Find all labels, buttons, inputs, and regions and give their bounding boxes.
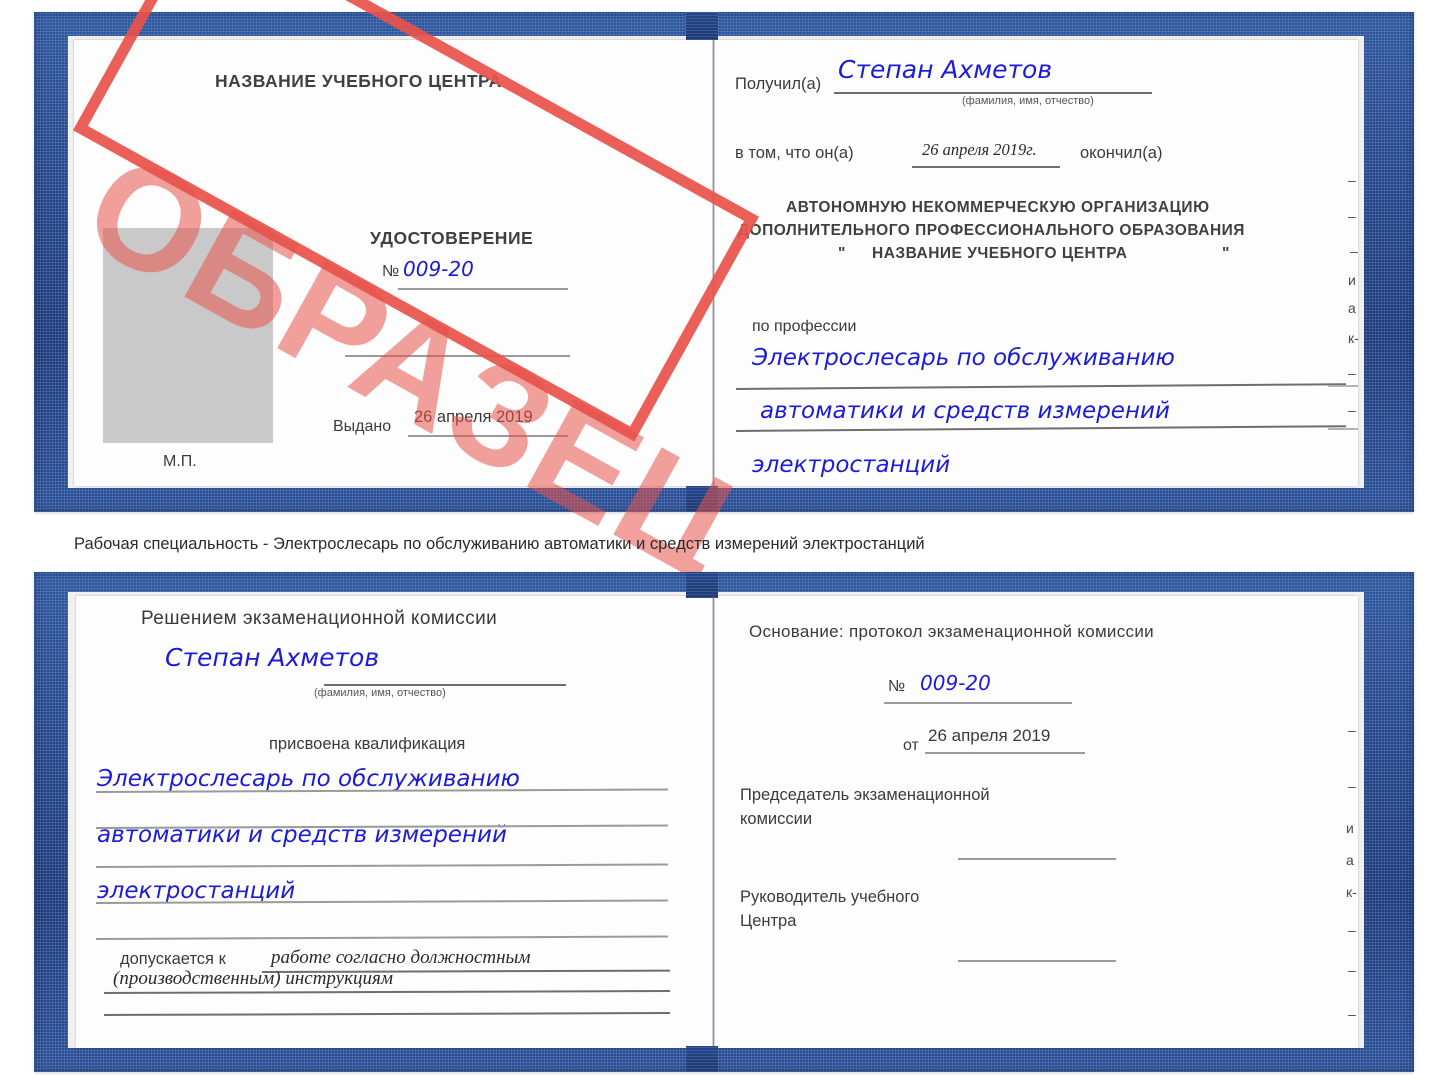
admitted-line-1: работе согласно должностным: [271, 947, 531, 968]
margin-mark-bottom-k-dash: к-: [1346, 884, 1357, 900]
margin-mark-dash-3: –: [1350, 243, 1358, 259]
organization-line-3: НАЗВАНИЕ УЧЕБНОГО ЦЕНТРА: [872, 245, 1128, 262]
margin-rule-top-1: [1328, 385, 1358, 387]
decision-name-hint: (фамилия, имя, отчество): [314, 687, 446, 699]
chairman-signature-rule: [958, 858, 1116, 860]
certificate-bottom-spine-tab-bottom: [686, 1046, 718, 1072]
certificate-bottom-spine-tab-top: [686, 572, 718, 598]
certificate-number-rule: [398, 288, 568, 290]
admitted-line-2: (производственным) инструкциям: [113, 968, 393, 989]
margin-mark-letter-i: и: [1348, 272, 1356, 288]
finished-label: окончил(а): [1080, 144, 1163, 162]
margin-mark-bottom-dash-4: –: [1348, 962, 1356, 978]
organization-quote-open: ": [838, 245, 846, 262]
chairman-line-1: Председатель экзаменационной: [740, 786, 990, 804]
organization-line-2: ДОПОЛНИТЕЛЬНОГО ПРОФЕССИОНАЛЬНОГО ОБРАЗО…: [738, 222, 1245, 239]
certificate-top-spine-fold: [712, 40, 715, 486]
decision-title: Решением экзаменационной комиссии: [141, 608, 498, 629]
certificate-blank-rule-1: [345, 355, 570, 357]
received-label: Получил(а): [735, 75, 822, 93]
margin-mark-dash-1: –: [1348, 172, 1356, 188]
certificate-number-label: №: [382, 263, 400, 280]
received-name-rule: [834, 92, 1152, 94]
margin-rule-top-2: [1328, 428, 1358, 430]
margin-mark-dash-2: –: [1348, 208, 1356, 224]
issued-date-rule: [408, 435, 568, 437]
basis-label: Основание: протокол экзаменационной коми…: [749, 622, 1154, 641]
certificate-top-spine-tab-bottom: [686, 486, 718, 512]
seal-place-label: М.П.: [163, 453, 197, 470]
margin-mark-dash-5: –: [1348, 402, 1356, 418]
organization-line-1: АВТОНОМНУЮ НЕКОММЕРЧЕСКУЮ ОРГАНИЗАЦИЮ: [786, 199, 1210, 216]
in-that-date-rule: [912, 166, 1060, 168]
organization-quote-close: ": [1222, 245, 1230, 262]
protocol-number-value: 009-20: [920, 671, 991, 695]
margin-mark-bottom-dash-5: –: [1348, 1006, 1356, 1022]
received-name-value: Степан Ахметов: [838, 55, 1053, 84]
protocol-number-label: №: [888, 678, 906, 695]
head-of-center-signature-rule: [958, 960, 1116, 962]
margin-mark-bottom-letter-i: и: [1346, 820, 1354, 836]
margin-mark-bottom-dash-1: –: [1348, 722, 1356, 738]
profession-line-3: электростанций: [752, 452, 951, 478]
profession-label: по профессии: [752, 318, 857, 335]
margin-mark-bottom-letter-a: а: [1346, 852, 1354, 868]
margin-mark-bottom-dash-3: –: [1348, 922, 1356, 938]
in-that-date-value: 26 апреля 2019г.: [922, 140, 1037, 159]
profession-line-2: автоматики и средств измерений: [760, 398, 1170, 424]
issued-date-value: 26 апреля 2019: [414, 408, 533, 426]
margin-mark-letter-a: а: [1348, 300, 1356, 316]
certificate-bottom-spine-fold: [712, 596, 715, 1048]
protocol-number-rule: [884, 702, 1072, 704]
head-of-center-line-1: Руководитель учебного: [740, 888, 920, 906]
certificate-top-spine-tab-top: [686, 12, 718, 40]
profession-line-1: Электрослесарь по обслуживанию: [752, 345, 1175, 371]
photo-placeholder: [103, 228, 273, 443]
page-caption: Рабочая специальность - Электрослесарь п…: [74, 535, 925, 553]
head-of-center-line-2: Центра: [740, 912, 797, 930]
margin-mark-dash-4: –: [1348, 365, 1356, 381]
decision-name-rule: [324, 684, 566, 686]
issued-label: Выдано: [333, 418, 392, 435]
decision-name-value: Степан Ахметов: [165, 643, 380, 672]
protocol-date-value: 26 апреля 2019: [928, 726, 1051, 745]
certificate-number-value: 009-20: [403, 257, 474, 281]
protocol-date-label: от: [903, 737, 919, 754]
protocol-date-rule: [925, 752, 1085, 754]
margin-mark-bottom-dash-2: –: [1348, 778, 1356, 794]
margin-mark-k-dash: к-: [1348, 330, 1359, 346]
training-center-name-top: НАЗВАНИЕ УЧЕБНОГО ЦЕНТРА: [215, 71, 502, 91]
in-that-label: в том, что он(а): [735, 144, 854, 162]
qualification-label: присвоена квалификация: [269, 735, 466, 753]
document-title-udostoverenie: УДОСТОВЕРЕНИЕ: [370, 228, 534, 248]
received-name-hint: (фамилия, имя, отчество): [962, 95, 1094, 107]
chairman-line-2: комиссии: [740, 810, 813, 828]
screenshot-root: НАЗВАНИЕ УЧЕБНОГО ЦЕНТРА УДОСТОВЕРЕНИЕ №…: [0, 0, 1448, 1085]
admitted-label: допускается к: [120, 950, 226, 968]
